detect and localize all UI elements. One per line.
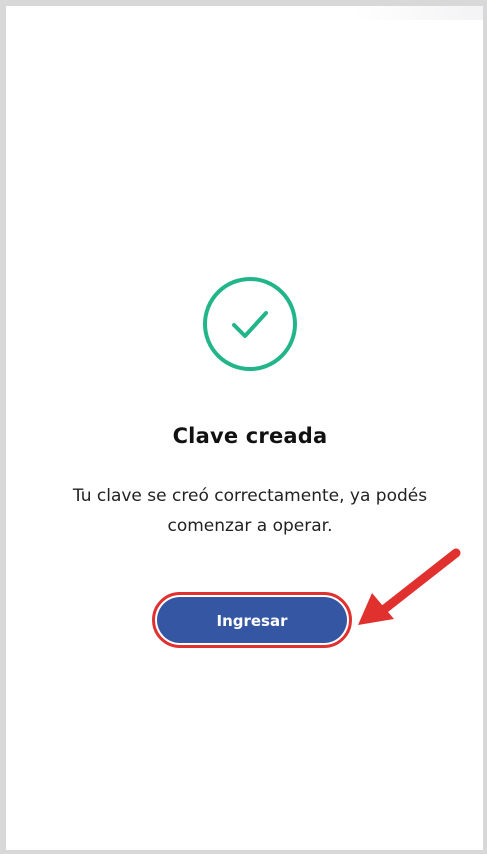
success-title: Clave creada xyxy=(172,424,328,448)
screen: Clave creada Tu clave se creó correctame… xyxy=(0,0,487,854)
status-bar-shade xyxy=(353,6,483,20)
red-arrow-icon xyxy=(350,545,465,630)
frame-border-bottom xyxy=(0,850,487,854)
success-message: Tu clave se creó correctamente, ya podés… xyxy=(72,486,428,536)
ingresar-button[interactable]: Ingresar xyxy=(157,597,347,643)
check-circle-icon xyxy=(201,275,299,373)
